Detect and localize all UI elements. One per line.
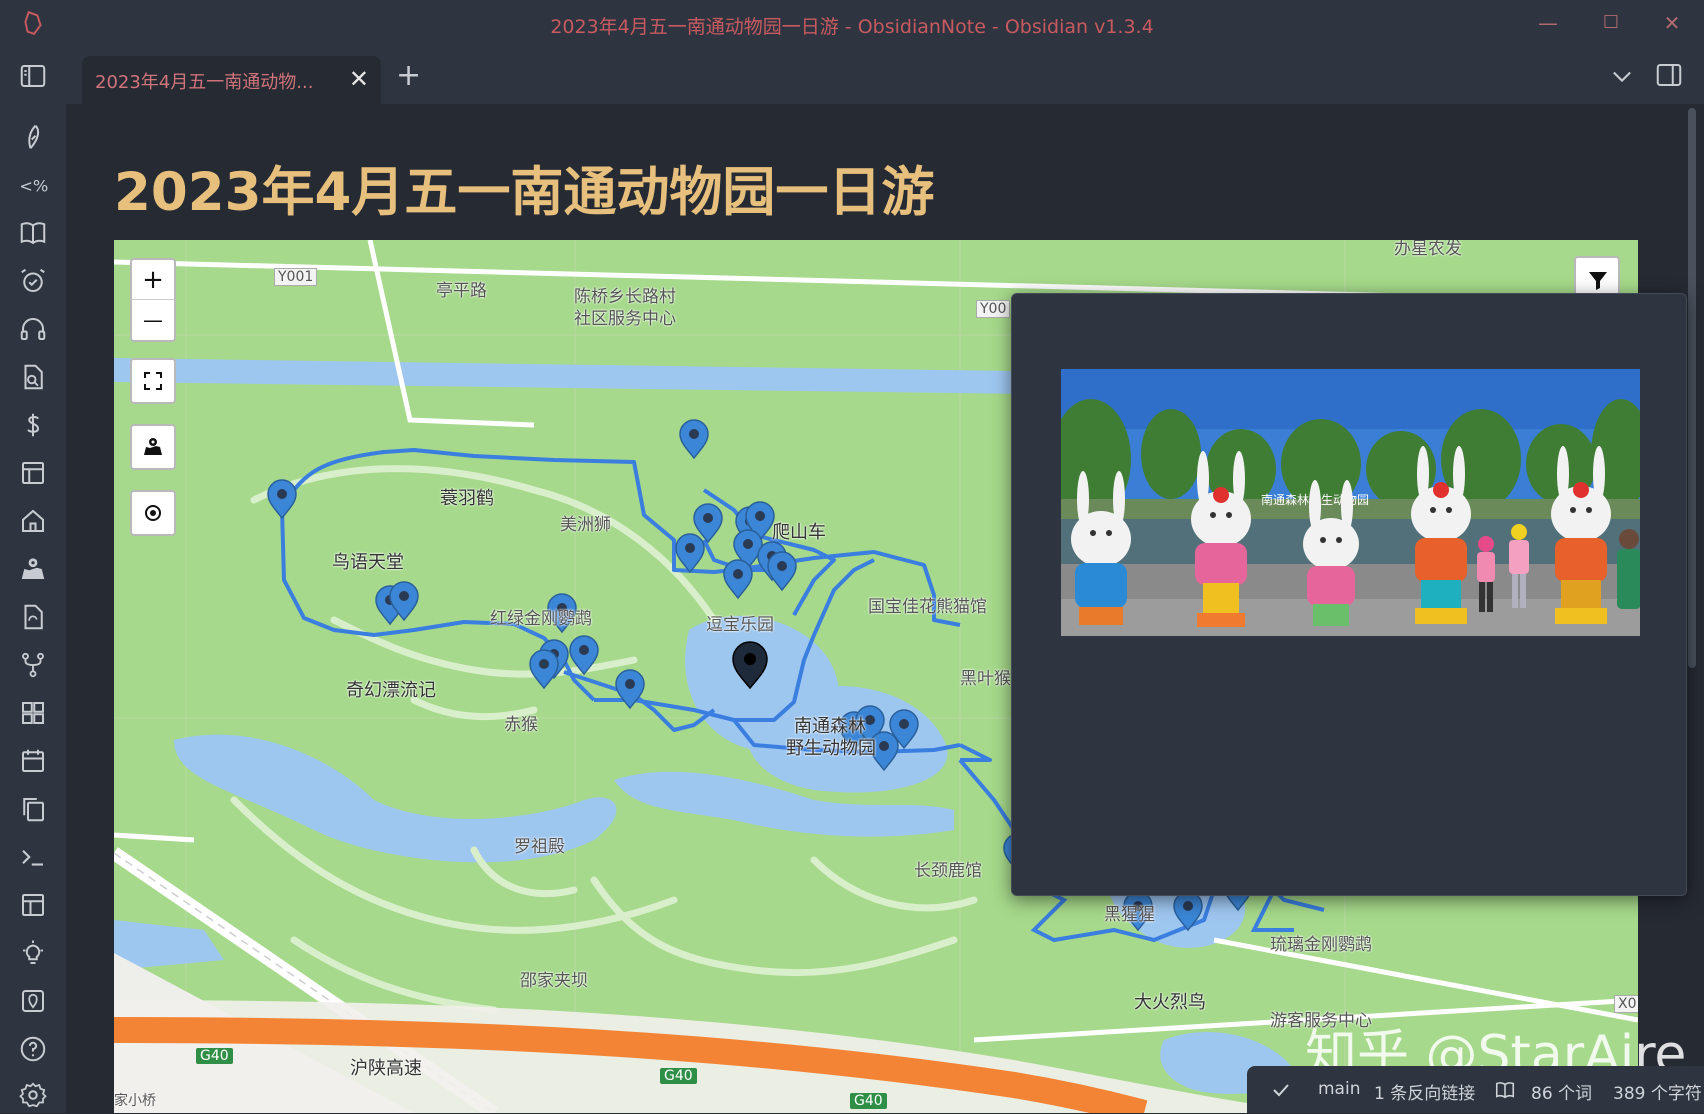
map-label: 赤猴: [504, 715, 538, 735]
file-search-icon[interactable]: [18, 362, 48, 392]
svg-text:<%: <%: [19, 176, 48, 195]
alarm-check-icon[interactable]: [18, 266, 48, 296]
map-label: 奇幻漂流记: [346, 680, 436, 701]
map-label: 邵家夹坝: [520, 971, 588, 991]
map-label: 黑猩猩: [1104, 905, 1155, 925]
scrollbar[interactable]: [1688, 108, 1696, 668]
map-label: 鸟语天堂: [332, 552, 404, 573]
settings-icon[interactable]: [18, 1080, 48, 1110]
status-backlinks[interactable]: 1 条反向链接: [1374, 1079, 1475, 1104]
tab-close-button[interactable]: ✕: [349, 65, 369, 93]
chevron-down-icon[interactable]: [1608, 62, 1636, 90]
tab-label: 2023年4月五一南通动物...: [95, 72, 314, 93]
right-sidebar-icon[interactable]: [1654, 60, 1684, 90]
help-icon[interactable]: [18, 1034, 48, 1064]
status-branch[interactable]: main: [1318, 1079, 1360, 1099]
layout-2-icon[interactable]: [18, 890, 48, 920]
fullscreen-button[interactable]: [130, 358, 176, 404]
map-label: 琉璃金刚鹦鹉: [1270, 935, 1372, 955]
embedded-photo: 南通森林野生动物园: [1061, 369, 1640, 636]
marker-preview-popover: 南通森林野生动物园: [1011, 293, 1687, 896]
feather-icon[interactable]: [18, 122, 48, 152]
new-tab-button[interactable]: +: [396, 54, 421, 98]
close-button[interactable]: ✕: [1652, 9, 1692, 37]
maximize-button[interactable]: ☐: [1591, 9, 1631, 37]
map-label: 黑叶猴: [960, 669, 1011, 689]
layout-icon[interactable]: [18, 458, 48, 488]
terminal-icon[interactable]: [18, 842, 48, 872]
highway-shield: G40: [660, 1068, 697, 1084]
map-label: 国宝佳花熊猫馆: [868, 597, 987, 617]
grid-icon[interactable]: [18, 698, 48, 728]
map-label: 罗祖殿: [514, 837, 565, 857]
map-icon[interactable]: [18, 554, 48, 584]
git-fork-icon[interactable]: [18, 650, 48, 680]
map-label: 爬山车: [772, 522, 826, 543]
left-ribbon: <%: [0, 104, 66, 1113]
map-label: 美洲狮: [560, 515, 611, 535]
map-label: 亭平路: [436, 281, 487, 301]
road-label: Y001: [274, 268, 318, 286]
road-label: Y00: [976, 300, 1011, 318]
map-label: 社区服务中心: [574, 309, 676, 329]
map-label: 红绿金刚鹦鹉: [490, 609, 592, 629]
check-icon[interactable]: [1271, 1080, 1291, 1100]
tab-note[interactable]: 2023年4月五一南通动物... ✕: [82, 56, 381, 104]
copy-icon[interactable]: [18, 794, 48, 824]
highway-shield: G40: [850, 1093, 887, 1109]
map-label: 逗宝乐园: [706, 615, 774, 635]
map-label: 大火烈鸟: [1134, 992, 1206, 1013]
note-title: 2023年4月五一南通动物园一日游: [114, 162, 935, 223]
headphones-icon[interactable]: [18, 314, 48, 344]
title-bar: 2023年4月五一南通动物园一日游 - ObsidianNote - Obsid…: [0, 0, 1704, 46]
fullscreen-icon: [144, 372, 162, 390]
map-label: 长颈鹿馆: [914, 861, 982, 881]
map-label: 蓑羽鹤: [440, 488, 494, 509]
highway-shield: G40: [196, 1048, 233, 1064]
dollar-icon[interactable]: [18, 410, 48, 440]
status-char-count: 389 个字符: [1613, 1084, 1702, 1104]
status-word-count: 86 个词: [1531, 1084, 1593, 1104]
templater-icon[interactable]: <%: [18, 170, 48, 200]
zoom-out-button[interactable]: —: [130, 300, 176, 342]
map-layers-icon: [144, 438, 162, 455]
file-sync-icon[interactable]: [18, 602, 48, 632]
road-label: X0: [1614, 995, 1638, 1013]
sidebar-toggle-icon[interactable]: [18, 61, 48, 91]
map-pin-icon[interactable]: [18, 986, 48, 1016]
calendar-icon[interactable]: [18, 746, 48, 776]
lightbulb-icon[interactable]: [18, 938, 48, 968]
map-label: 办星农发: [1394, 240, 1462, 259]
map-label: 野生动物园: [786, 738, 876, 759]
window-title: 2023年4月五一南通动物园一日游 - ObsidianNote - Obsid…: [550, 16, 1154, 38]
locate-icon: [145, 505, 161, 521]
book-open-icon[interactable]: [1494, 1079, 1516, 1101]
map-label: 家小桥: [114, 1093, 156, 1109]
book-icon[interactable]: [18, 218, 48, 248]
zoom-in-button[interactable]: +: [130, 258, 176, 300]
locate-button[interactable]: [130, 490, 176, 536]
status-bar: main 1 条反向链接 86 个词 389 个字符: [1247, 1066, 1704, 1113]
home-icon[interactable]: [18, 506, 48, 536]
tab-bar: 2023年4月五一南通动物... ✕: [0, 46, 1704, 104]
minimize-button[interactable]: —: [1528, 9, 1568, 37]
map-layers-button[interactable]: [130, 424, 176, 470]
map-label: 沪陕高速: [350, 1058, 422, 1079]
